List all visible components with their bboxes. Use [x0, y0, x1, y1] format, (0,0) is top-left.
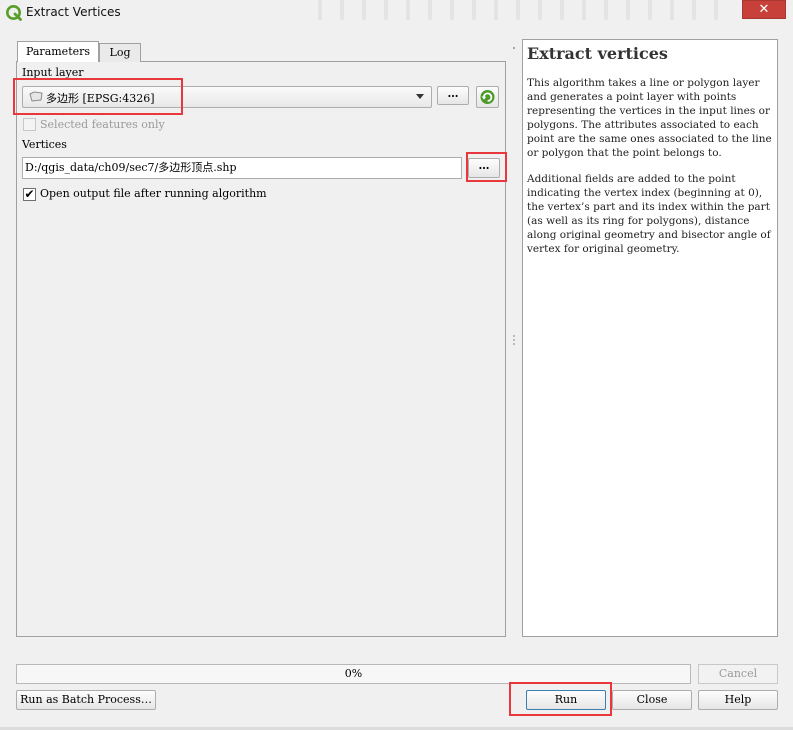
help-paragraph: Additional fields are added to the point…: [527, 173, 771, 255]
parameters-panel: [16, 61, 506, 637]
qgis-logo-icon: [6, 5, 22, 21]
open-output-checkbox[interactable]: ✔: [23, 188, 36, 201]
tab-parameters[interactable]: Parameters: [17, 41, 99, 62]
highlight-box: [509, 682, 612, 716]
help-button[interactable]: Help: [698, 690, 778, 710]
help-paragraph: This algorithm takes a line or polygon l…: [527, 77, 772, 159]
progress-bar: 0%: [16, 664, 691, 684]
splitter-handle-icon[interactable]: [512, 40, 516, 640]
highlight-box: [13, 78, 183, 115]
close-button[interactable]: Close: [612, 690, 692, 710]
vertices-label: Vertices: [22, 138, 67, 151]
selected-features-checkbox: [23, 118, 36, 131]
layer-options-button[interactable]: …: [437, 86, 469, 105]
vertices-output-field[interactable]: D:/qgis_data/ch09/sec7/多边形顶点.shp: [22, 157, 462, 179]
iterate-icon: [480, 90, 495, 104]
help-description: This algorithm takes a line or polygon l…: [527, 76, 775, 268]
tab-log[interactable]: Log: [99, 43, 141, 62]
open-output-label: Open output file after running algorithm: [40, 187, 267, 200]
help-title: Extract vertices: [527, 44, 668, 63]
iterate-button[interactable]: [476, 86, 499, 108]
batch-process-button[interactable]: Run as Batch Process…: [16, 690, 156, 710]
selected-features-label: Selected features only: [40, 118, 165, 131]
cancel-button: Cancel: [698, 664, 778, 684]
highlight-box: [466, 152, 507, 182]
progress-label: 0%: [344, 667, 363, 680]
window-close-button[interactable]: ✕: [742, 0, 786, 19]
background-window-ghost: [300, 0, 720, 20]
chevron-down-icon[interactable]: [416, 94, 424, 99]
window-title: Extract Vertices: [26, 5, 121, 19]
